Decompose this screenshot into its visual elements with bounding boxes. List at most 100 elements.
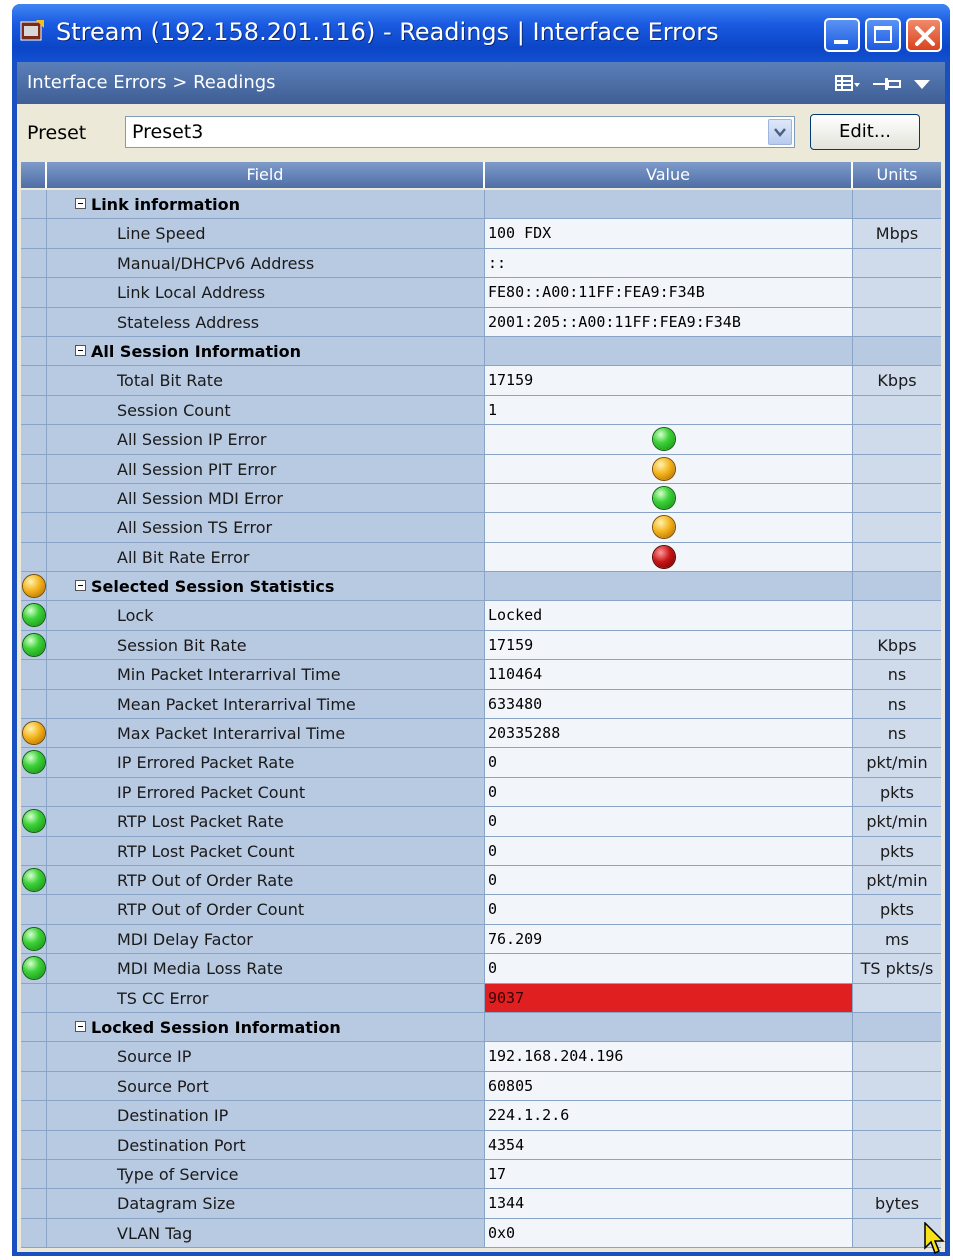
group-row[interactable]: All Session Information	[21, 336, 941, 367]
table-row[interactable]: Datagram Size 1344 bytes	[21, 1189, 941, 1219]
field-cell: IP Errored Packet Count	[47, 777, 485, 808]
status-indicator-cell	[21, 601, 47, 631]
value-cell: FE80::A00:11FF:FEA9:F34B	[485, 278, 853, 308]
error-led-icon	[653, 486, 675, 509]
status-indicator-cell	[21, 954, 47, 984]
field-cell: Destination Port	[47, 1130, 485, 1160]
field-cell: TS CC Error	[47, 983, 485, 1013]
units-cell	[853, 483, 941, 514]
table-row[interactable]: All Session MDI Error	[21, 483, 941, 514]
field-label: RTP Out of Order Rate	[117, 870, 294, 890]
value-text: 0x0	[488, 1223, 516, 1242]
value-text: 0	[488, 841, 498, 860]
table-row[interactable]: Session Bit Rate 17159 Kbps	[21, 630, 941, 661]
header-units[interactable]: Units	[853, 162, 941, 188]
table-row[interactable]: All Session PIT Error	[21, 454, 941, 484]
table-row[interactable]: RTP Lost Packet Rate 0 pkt/min	[21, 807, 941, 837]
dropdown-menu-icon[interactable]	[913, 76, 931, 95]
table-row[interactable]: TS CC Error 9037	[21, 983, 941, 1013]
table-row[interactable]: RTP Out of Order Count 0 pkts	[21, 895, 941, 925]
status-indicator-cell	[21, 1042, 47, 1072]
table-row[interactable]: MDI Media Loss Rate 0 TS pkts/s	[21, 954, 941, 984]
field-cell: Stateless Address	[47, 307, 485, 337]
field-label: Locked Session Information	[91, 1017, 341, 1037]
table-row[interactable]: Manual/DHCPv6 Address::	[21, 248, 941, 279]
group-row[interactable]: Link information	[21, 190, 941, 220]
title-bar[interactable]: Stream (192.158.201.116) - Readings | In…	[12, 4, 950, 62]
field-cell: All Session TS Error	[47, 513, 485, 543]
value-cell: 1	[485, 395, 853, 426]
value-cell: 4354	[485, 1130, 853, 1160]
collapse-icon[interactable]	[75, 198, 86, 209]
header-value[interactable]: Value	[485, 162, 853, 188]
group-row[interactable]: Locked Session Information	[21, 1012, 941, 1043]
collapse-icon[interactable]	[75, 580, 86, 592]
units-cell: bytes	[853, 1189, 941, 1219]
maximize-button[interactable]	[865, 18, 901, 52]
value-text: 17159	[488, 635, 534, 654]
status-indicator-cell	[21, 1159, 47, 1190]
field-label: Link Local Address	[117, 283, 266, 303]
edit-button[interactable]: Edit...	[810, 114, 920, 150]
table-row[interactable]: Destination Port 4354	[21, 1130, 941, 1160]
status-indicator-cell	[21, 395, 47, 426]
table-row[interactable]: Mean Packet Interarrival Time 633480 ns	[21, 689, 941, 720]
collapse-icon[interactable]	[75, 344, 86, 356]
minimize-button[interactable]	[824, 18, 860, 52]
breadcrumb: Interface Errors > Readings	[27, 72, 276, 93]
table-row[interactable]: Link Local Address FE80::A00:11FF:FEA9:F3…	[21, 278, 941, 308]
table-row[interactable]: Min Packet Interarrival Time 110464 ns	[21, 660, 941, 690]
status-led-icon	[23, 810, 45, 833]
table-row[interactable]: Max Packet Interarrival Time 20335288 ns	[21, 719, 941, 749]
units-cell	[853, 1012, 941, 1043]
value-cell	[485, 336, 853, 367]
table-row[interactable]: Type of Service 17	[21, 1159, 941, 1190]
units-cell	[853, 1101, 941, 1131]
table-row[interactable]: All Session IP Error	[21, 425, 941, 455]
group-row[interactable]: Selected Session Statistics	[21, 572, 941, 602]
header-field[interactable]: Field	[47, 162, 485, 188]
table-row[interactable]: Session Count 1	[21, 395, 941, 426]
table-row[interactable]: Total Bit Rate 17159 Kbps	[21, 366, 941, 396]
field-cell: RTP Out of Order Rate	[47, 865, 485, 896]
value-text: 100 FDX	[488, 224, 552, 243]
table-row[interactable]: IP Errored Packet Rate 0 pkt/min	[21, 748, 941, 778]
table-row[interactable]: All Session TS Error	[21, 513, 941, 543]
collapse-icon[interactable]	[75, 1020, 86, 1032]
header-indicator	[21, 162, 47, 188]
pin-icon[interactable]	[873, 74, 905, 98]
value-text: 0	[488, 900, 498, 919]
table-row[interactable]: VLAN Tag 0x0	[21, 1218, 941, 1249]
value-cell: 17159	[485, 366, 853, 396]
table-row[interactable]: Stateless Address 2001:205::A00:11FF:FEA9…	[21, 307, 941, 337]
close-button[interactable]	[906, 18, 942, 52]
field-label: MDI Delay Factor	[117, 929, 253, 949]
table-row[interactable]: Source IP 192.168.204.196	[21, 1042, 941, 1072]
table-row[interactable]: RTP Lost Packet Count 0 pkts	[21, 836, 941, 866]
value-cell: 224.1.2.6	[485, 1101, 853, 1131]
preset-select[interactable]: Preset3	[125, 116, 795, 148]
status-indicator-cell	[21, 895, 47, 925]
value-cell: 192.168.204.196	[485, 1042, 853, 1072]
field-label: Source Port	[117, 1076, 209, 1096]
table-row[interactable]: Lock Locked	[21, 601, 941, 631]
field-cell: RTP Lost Packet Count	[47, 836, 485, 866]
table-row[interactable]: All Bit Rate Error	[21, 542, 941, 573]
value-text: 4354	[488, 1135, 525, 1154]
units-cell: Kbps	[853, 366, 941, 396]
units-cell: ns	[853, 689, 941, 720]
table-row[interactable]: IP Errored Packet Count 0 pkts	[21, 777, 941, 808]
table-row[interactable]: Source Port 60805	[21, 1071, 941, 1102]
chevron-down-icon[interactable]	[768, 119, 792, 145]
value-cell: 0	[485, 807, 853, 837]
table-row[interactable]: Line Speed 100 FDX Mbps	[21, 219, 941, 249]
column-chooser-icon[interactable]	[835, 74, 861, 98]
value-text: 192.168.204.196	[488, 1047, 624, 1066]
value-cell: 17	[485, 1159, 853, 1190]
field-label: Source IP	[117, 1047, 192, 1067]
table-row[interactable]: RTP Out of Order Rate 0 pkt/min	[21, 865, 941, 896]
table-row[interactable]: Destination IP 224.1.2.6	[21, 1101, 941, 1131]
units-cell	[853, 336, 941, 367]
table-row[interactable]: MDI Delay Factor 76.209 ms	[21, 924, 941, 955]
field-cell: MDI Media Loss Rate	[47, 954, 485, 984]
